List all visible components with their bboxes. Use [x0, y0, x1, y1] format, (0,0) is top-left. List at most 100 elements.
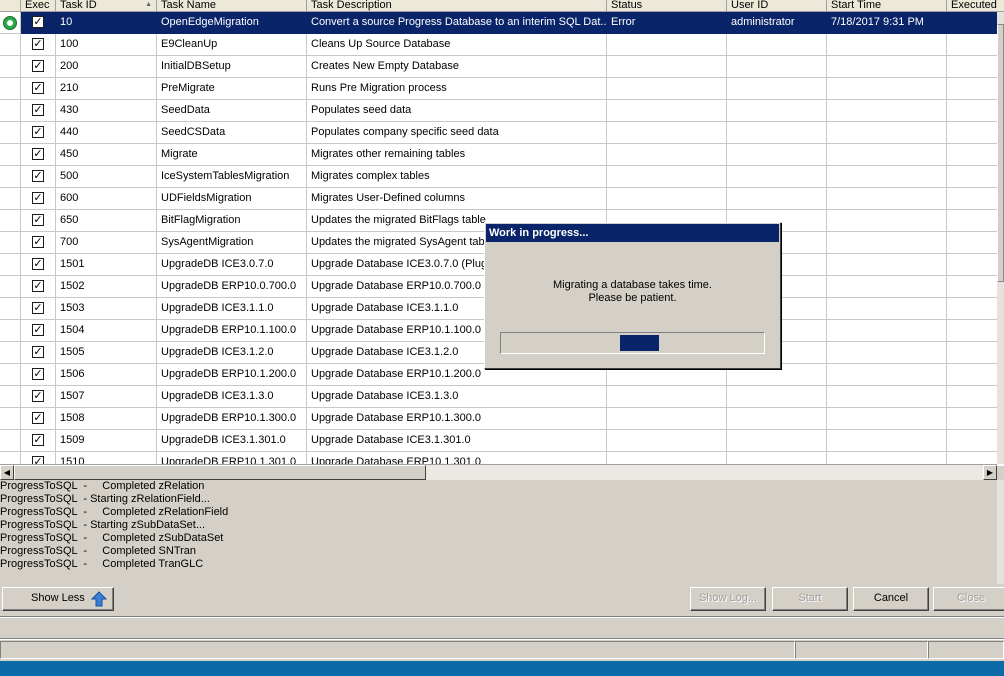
table-row[interactable]: ✓ 440 SeedCSData Populates company specific…: [0, 122, 1004, 144]
close-button[interactable]: Close: [933, 587, 1004, 611]
header-executed[interactable]: Executed: [947, 0, 1004, 12]
cell-start: [827, 232, 947, 254]
table-row[interactable]: ✓ 1509 UpgradeDB ICE3.1.301.0 Upgrade Datab…: [0, 430, 1004, 452]
exec-checkbox[interactable]: ✓: [32, 82, 44, 94]
cell-name: UpgradeDB ERP10.1.100.0: [157, 320, 307, 342]
exec-checkbox[interactable]: ✓: [32, 60, 44, 72]
cell-name: E9CleanUp: [157, 34, 307, 56]
start-button[interactable]: Start: [772, 587, 848, 611]
exec-checkbox[interactable]: ✓: [32, 346, 44, 358]
cell-executed: [947, 298, 1004, 320]
exec-checkbox[interactable]: ✓: [32, 192, 44, 204]
table-row[interactable]: ✓ 1507 UpgradeDB ICE3.1.3.0 Upgrade Databas…: [0, 386, 1004, 408]
exec-checkbox[interactable]: ✓: [32, 214, 44, 226]
grid-horizontal-scroll-thumb[interactable]: [14, 465, 426, 480]
cell-id: 500: [56, 166, 157, 188]
header-task-description[interactable]: Task Description: [307, 0, 607, 12]
exec-cell: ✓: [21, 122, 56, 144]
exec-cell: ✓: [21, 342, 56, 364]
exec-checkbox[interactable]: ✓: [32, 236, 44, 248]
log-vertical-scrollbar[interactable]: [997, 480, 1004, 584]
cell-name: UpgradeDB ERP10.0.700.0: [157, 276, 307, 298]
exec-checkbox[interactable]: ✓: [32, 170, 44, 182]
cell-id: 1505: [56, 342, 157, 364]
table-row[interactable]: ✓ 200 InitialDBSetup Creates New Empty Data…: [0, 56, 1004, 78]
cell-desc: Migrates User-Defined columns: [307, 188, 607, 210]
cancel-button[interactable]: Cancel: [853, 587, 929, 611]
table-row[interactable]: ✓ 100 E9CleanUp Cleans Up Source Database: [0, 34, 1004, 56]
show-less-button[interactable]: Show Less: [2, 587, 114, 611]
row-indicator: [0, 386, 21, 408]
table-row[interactable]: ✓ 500 IceSystemTablesMigration Migrates com…: [0, 166, 1004, 188]
exec-checkbox[interactable]: ✓: [32, 104, 44, 116]
exec-cell: ✓: [21, 276, 56, 298]
table-row[interactable]: ✓ 1508 UpgradeDB ERP10.1.300.0 Upgrade Data…: [0, 408, 1004, 430]
cell-start: [827, 254, 947, 276]
exec-checkbox[interactable]: ✓: [32, 148, 44, 160]
cell-executed: [947, 12, 1004, 34]
cell-executed: [947, 100, 1004, 122]
header-task-id[interactable]: Task ID ▲: [56, 0, 157, 12]
exec-checkbox[interactable]: ✓: [32, 324, 44, 336]
exec-cell: ✓: [21, 386, 56, 408]
row-indicator: [0, 364, 21, 386]
exec-checkbox[interactable]: ✓: [32, 38, 44, 50]
exec-checkbox[interactable]: ✓: [32, 368, 44, 380]
cell-start: [827, 386, 947, 408]
cell-start: [827, 320, 947, 342]
cell-id: 1503: [56, 298, 157, 320]
cell-name: UpgradeDB ERP10.1.300.0: [157, 408, 307, 430]
grid-vertical-scrollbar[interactable]: [997, 12, 1004, 464]
cell-executed: [947, 386, 1004, 408]
grid-vertical-scroll-thumb[interactable]: [997, 24, 1004, 282]
table-row[interactable]: ✓ 450 Migrate Migrates other remaining tabl…: [0, 144, 1004, 166]
cell-name: SeedData: [157, 100, 307, 122]
row-indicator: [0, 210, 21, 232]
exec-checkbox[interactable]: ✓: [32, 258, 44, 270]
exec-cell: ✓: [21, 166, 56, 188]
exec-checkbox[interactable]: ✓: [32, 302, 44, 314]
cell-status: [607, 188, 727, 210]
cell-id: 700: [56, 232, 157, 254]
progress-log[interactable]: ProgressToSQL - Completed zRelation Progr…: [0, 480, 997, 584]
exec-checkbox[interactable]: ✓: [32, 434, 44, 446]
grid-horizontal-scrollbar[interactable]: ◀ ▶: [0, 464, 997, 480]
exec-checkbox[interactable]: ✓: [32, 126, 44, 138]
header-status[interactable]: Status: [607, 0, 727, 12]
cell-executed: [947, 122, 1004, 144]
header-start-time[interactable]: Start Time: [827, 0, 947, 12]
exec-checkbox[interactable]: ✓: [32, 412, 44, 424]
header-user-id[interactable]: User ID: [727, 0, 827, 12]
table-row[interactable]: ✓ 10 OpenEdgeMigration Convert a source Pro…: [0, 12, 1004, 34]
cell-name: UpgradeDB ERP10.1.200.0: [157, 364, 307, 386]
cell-id: 1501: [56, 254, 157, 276]
table-row[interactable]: ✓ 210 PreMigrate Runs Pre Migration process: [0, 78, 1004, 100]
row-indicator: [0, 232, 21, 254]
status-bar: [0, 641, 1004, 659]
header-exec[interactable]: Exec: [21, 0, 56, 12]
table-row[interactable]: ✓ 430 SeedData Populates seed data: [0, 100, 1004, 122]
scroll-right-icon[interactable]: ▶: [983, 465, 997, 480]
header-task-name[interactable]: Task Name: [157, 0, 307, 12]
cell-id: 600: [56, 188, 157, 210]
table-row[interactable]: ✓ 600 UDFieldsMigration Migrates User-Defin…: [0, 188, 1004, 210]
cell-desc: Upgrade Database ICE3.1.301.0: [307, 430, 607, 452]
cell-desc: Upgrade Database ICE3.1.3.0: [307, 386, 607, 408]
cell-status: [607, 408, 727, 430]
cell-executed: [947, 408, 1004, 430]
row-indicator: [0, 408, 21, 430]
scroll-left-icon[interactable]: ◀: [0, 465, 14, 480]
cell-status: Error: [607, 12, 727, 34]
exec-cell: ✓: [21, 188, 56, 210]
cell-start: 7/18/2017 9:31 PM: [827, 12, 947, 34]
exec-checkbox[interactable]: ✓: [32, 16, 44, 28]
exec-checkbox[interactable]: ✓: [32, 390, 44, 402]
progress-bar-marquee: [620, 335, 659, 351]
show-log-button[interactable]: Show Log...: [690, 587, 766, 611]
exec-cell: ✓: [21, 144, 56, 166]
row-indicator: [0, 122, 21, 144]
exec-checkbox[interactable]: ✓: [32, 280, 44, 292]
cell-user: [727, 408, 827, 430]
log-line: ProgressToSQL - Starting zSubDataSet...: [0, 519, 206, 531]
cell-start: [827, 298, 947, 320]
